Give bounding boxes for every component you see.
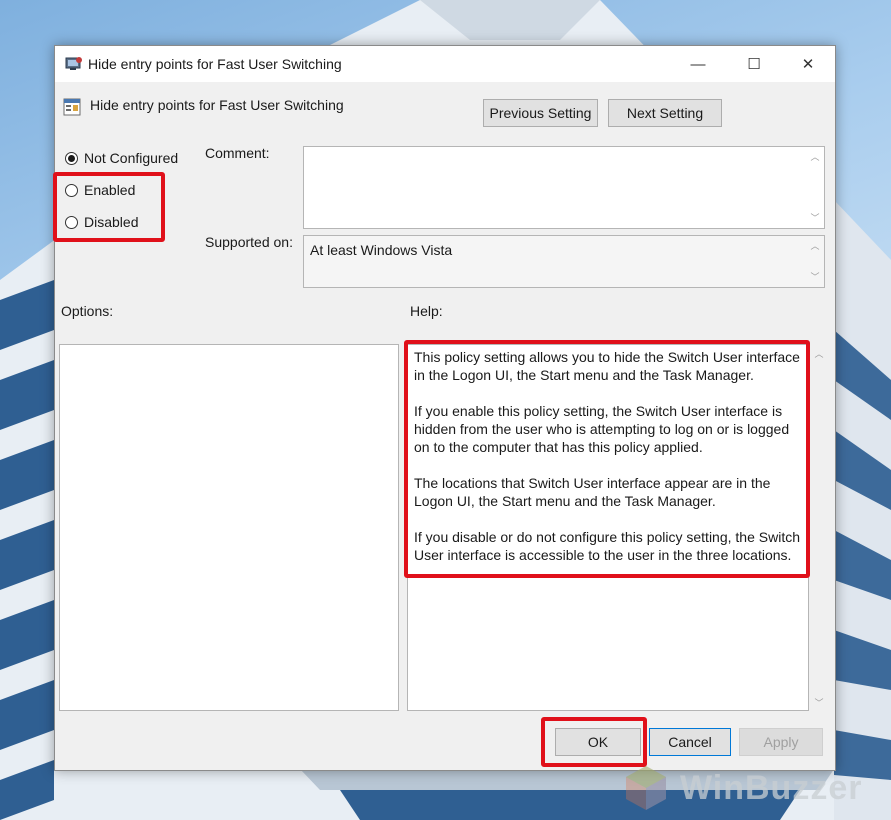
- cancel-button[interactable]: Cancel: [649, 728, 731, 756]
- group-policy-editor-icon: [65, 57, 82, 70]
- chevron-down-icon[interactable]: ﹀: [809, 213, 821, 223]
- highlight-box-ok-button: [541, 717, 647, 767]
- chevron-up-icon[interactable]: ︿: [809, 241, 821, 251]
- close-button[interactable]: ✕: [785, 46, 831, 82]
- options-panel: [59, 344, 399, 711]
- minimize-button[interactable]: —: [675, 46, 721, 82]
- comment-label: Comment:: [205, 145, 270, 161]
- supported-on-field: At least Windows Vista ︿ ﹀: [303, 235, 825, 288]
- supported-on-value: At least Windows Vista: [310, 242, 453, 258]
- chevron-up-icon[interactable]: ︿: [813, 349, 825, 359]
- policy-setting-dialog: Hide entry points for Fast User Switchin…: [53, 45, 836, 771]
- highlight-box-radio-options: [53, 172, 165, 242]
- help-label: Help:: [410, 303, 443, 319]
- radio-not-configured[interactable]: Not Configured: [65, 150, 178, 166]
- options-label: Options:: [61, 303, 114, 319]
- policy-setting-icon: [63, 98, 81, 116]
- radio-button-checked[interactable]: [65, 151, 78, 165]
- chevron-down-icon[interactable]: ﹀: [809, 272, 821, 282]
- window-title: Hide entry points for Fast User Switchin…: [88, 56, 342, 72]
- supported-on-label: Supported on:: [205, 234, 293, 250]
- chevron-up-icon[interactable]: ︿: [809, 152, 821, 162]
- watermark-text: WinBuzzer: [680, 768, 863, 807]
- highlight-box-help-text: [404, 340, 810, 578]
- comment-textarea[interactable]: ︿ ﹀: [303, 146, 825, 229]
- winbuzzer-logo-icon: [626, 766, 666, 810]
- radio-label: Not Configured: [84, 150, 179, 166]
- title-bar[interactable]: Hide entry points for Fast User Switchin…: [55, 46, 835, 82]
- policy-name: Hide entry points for Fast User Switchin…: [90, 97, 344, 113]
- maximize-button[interactable]: ☐: [731, 46, 777, 82]
- apply-button: Apply: [739, 728, 823, 756]
- next-setting-button[interactable]: Next Setting: [608, 99, 722, 127]
- watermark: WinBuzzer: [620, 762, 862, 814]
- chevron-down-icon[interactable]: ﹀: [813, 698, 825, 708]
- previous-setting-button[interactable]: Previous Setting: [483, 99, 598, 127]
